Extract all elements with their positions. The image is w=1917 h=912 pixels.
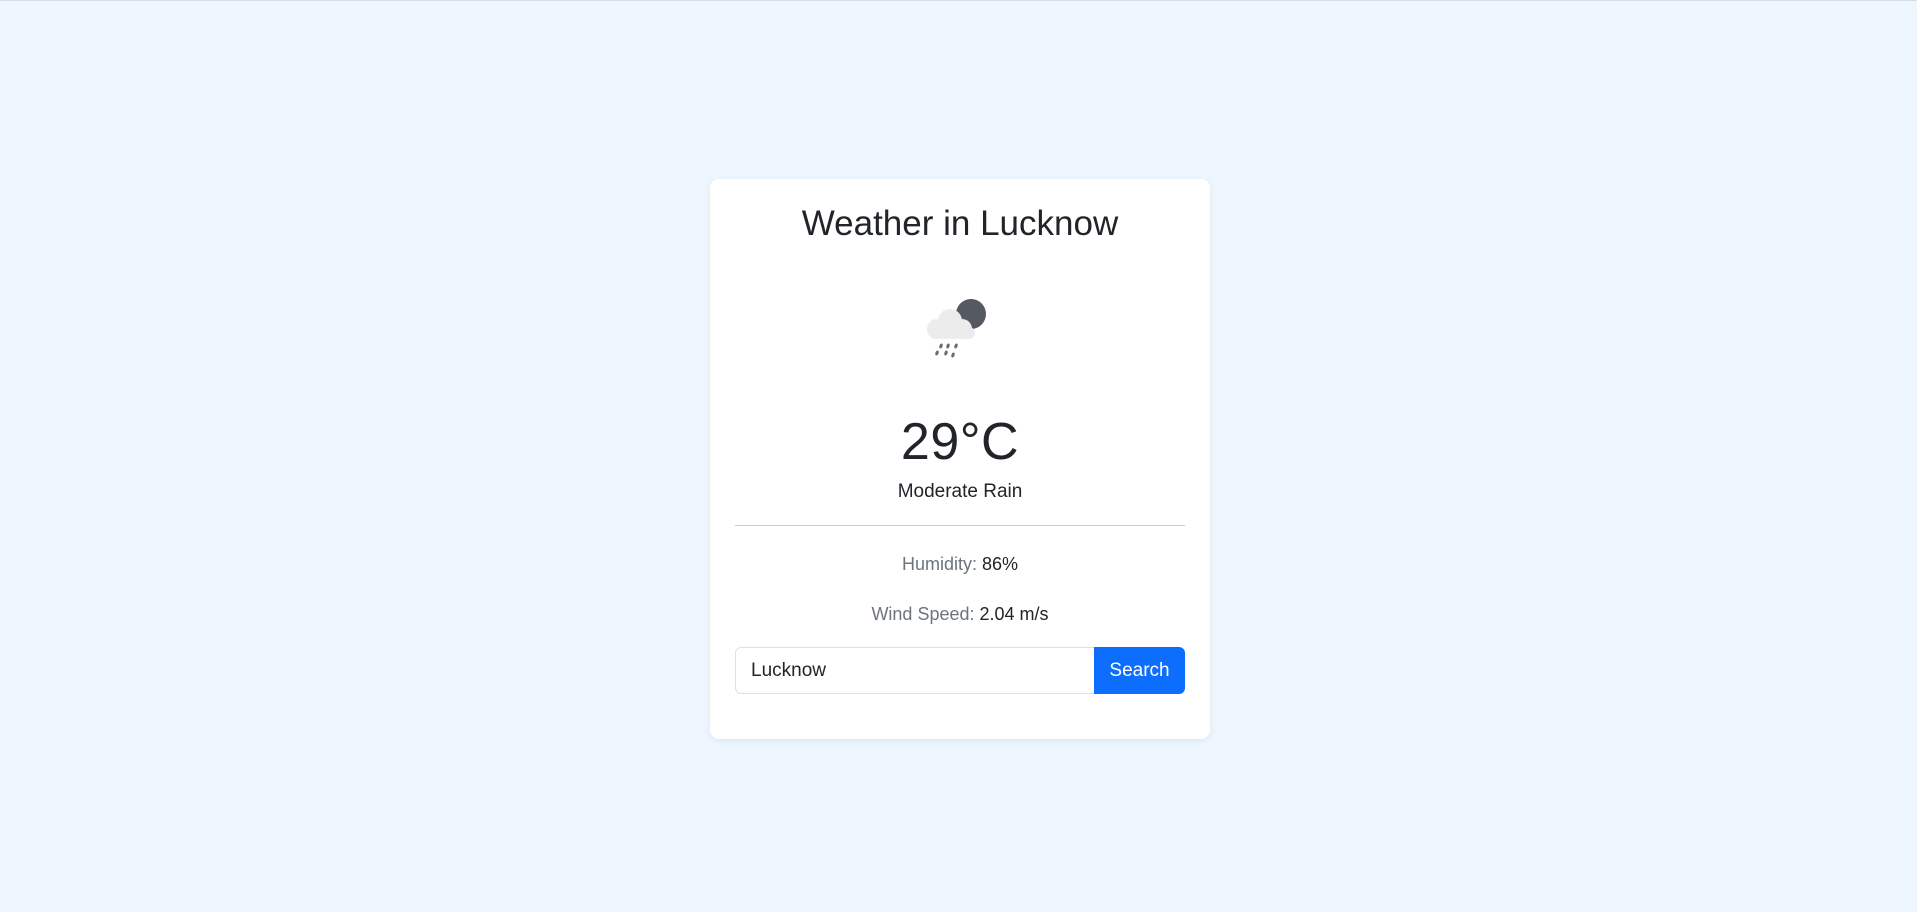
humidity-value: 86% (982, 554, 1019, 574)
moderate-rain-night-icon (927, 299, 986, 358)
humidity-label: Humidity: (901, 554, 977, 574)
top-border (0, 0, 1917, 1)
search-button[interactable]: Search (1094, 647, 1185, 694)
weather-card: Weather in Lucknow 29°C Moderate Rain Hu… (710, 179, 1210, 739)
temperature: 29°C (900, 413, 1020, 471)
wind-speed-value: 2.04 m/s (979, 604, 1049, 624)
humidity-row: Humidity: 86% (710, 554, 1210, 575)
page-title: Weather in Lucknow (801, 204, 1119, 243)
search-bar: Search (735, 647, 1185, 694)
wind-speed-row: Wind Speed: 2.04 m/s (710, 604, 1210, 625)
divider (735, 525, 1185, 526)
wind-speed-label: Wind Speed: (871, 604, 975, 624)
weather-condition: Moderate Rain (897, 481, 1023, 502)
city-search-input[interactable] (735, 647, 1094, 694)
